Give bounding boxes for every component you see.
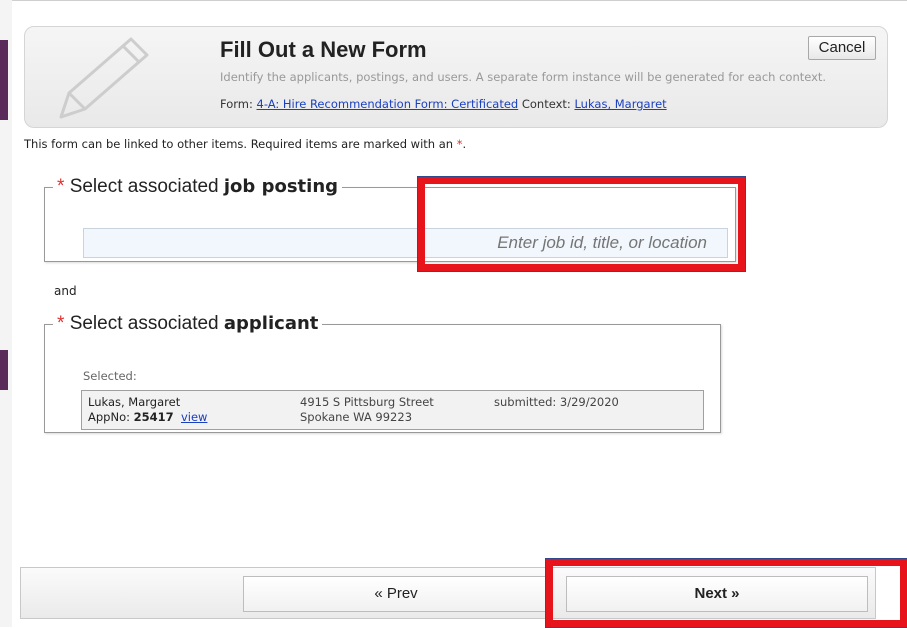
note-text: This form can be linked to other items. …	[24, 137, 454, 151]
required-marker: *	[57, 176, 65, 197]
legend-bold: job posting	[223, 176, 339, 197]
applicant-address-column: 4915 S Pittsburg Street Spokane WA 99223	[300, 395, 434, 424]
dialog-title: Fill Out a New Form	[220, 37, 427, 62]
context-link[interactable]: Lukas, Margaret	[574, 97, 666, 111]
selected-label: Selected:	[83, 369, 137, 383]
job-posting-search-input[interactable]	[83, 228, 728, 258]
form-label: Form:	[220, 97, 253, 111]
legend-prefix: Select associated	[69, 313, 219, 334]
applicant-submitted: submitted: 3/29/2020	[494, 395, 619, 409]
applicant-appno-line: AppNo: 25417 view	[88, 410, 207, 424]
legend-prefix: Select associated	[69, 176, 219, 197]
legend-bold: applicant	[223, 313, 319, 334]
applicant-section: * Select associated applicant Selected: …	[44, 313, 721, 433]
required-note: This form can be linked to other items. …	[24, 137, 466, 151]
job-posting-legend: * Select associated job posting	[53, 176, 342, 198]
appno-label: AppNo:	[88, 410, 130, 424]
background-accent-strip	[0, 350, 8, 390]
selected-applicant-card: Lukas, Margaret AppNo: 25417 view 4915 S…	[81, 390, 704, 430]
applicant-street: 4915 S Pittsburg Street	[300, 395, 434, 409]
note-end: .	[462, 137, 467, 151]
form-context-line: Form: 4-A: Hire Recommendation Form: Cer…	[220, 97, 667, 111]
applicant-legend: * Select associated applicant	[53, 313, 322, 335]
applicant-name-column: Lukas, Margaret AppNo: 25417 view	[88, 395, 207, 424]
dialog-footer: « Prev Next »	[20, 567, 876, 619]
job-posting-section: * Select associated job posting	[44, 176, 736, 262]
dialog-subtitle: Identify the applicants, postings, and u…	[220, 70, 827, 84]
and-separator: and	[54, 284, 77, 298]
applicant-name: Lukas, Margaret	[88, 395, 181, 409]
background-accent-strip	[0, 40, 8, 120]
prev-button[interactable]: « Prev	[243, 576, 549, 612]
cancel-button[interactable]: Cancel	[808, 36, 876, 60]
dialog-header: Fill Out a New Form Identify the applica…	[24, 26, 888, 128]
appno-value: 25417	[133, 410, 174, 424]
new-form-dialog: Fill Out a New Form Identify the applica…	[12, 0, 907, 628]
form-link[interactable]: 4-A: Hire Recommendation Form: Certifica…	[257, 97, 519, 111]
pencil-icon	[59, 37, 149, 119]
applicant-city: Spokane WA 99223	[300, 410, 413, 424]
context-label: Context:	[521, 97, 571, 111]
view-applicant-link[interactable]: view	[181, 410, 207, 424]
required-marker: *	[57, 313, 65, 334]
next-button[interactable]: Next »	[566, 576, 868, 612]
